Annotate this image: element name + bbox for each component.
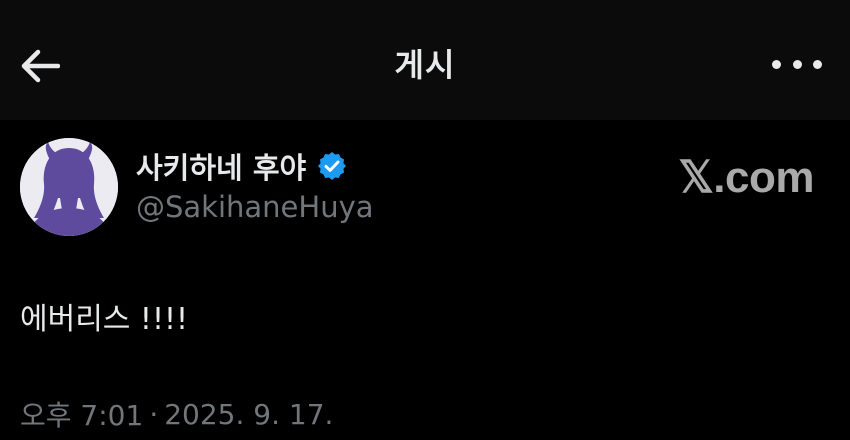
more-dot [813,59,822,69]
page-title: 게시 [394,46,456,84]
more-horizontal-icon [772,59,781,69]
post-date: 2025. 9. 17. [164,397,334,431]
timestamp-separator: · [149,397,159,431]
top-bar: 게시 [0,0,850,120]
post-timestamp[interactable]: 오후 7:01 · 2025. 9. 17. [20,394,333,434]
more-options-button[interactable] [772,52,822,76]
more-dot [792,59,802,69]
avatar[interactable] [20,138,118,236]
author-name-row: 사키하네 후야 [136,146,348,186]
avatar-silhouette-icon [20,138,118,236]
post-time: 오후 7:01 [20,399,144,432]
verified-badge-icon[interactable] [316,150,348,182]
author-display-name[interactable]: 사키하네 후야 [136,145,306,187]
author-handle[interactable]: @SakihaneHuya [136,190,374,224]
post-text: 에버리스 !!!! [20,302,189,337]
x-com-watermark: 𝕏.com [678,153,814,202]
